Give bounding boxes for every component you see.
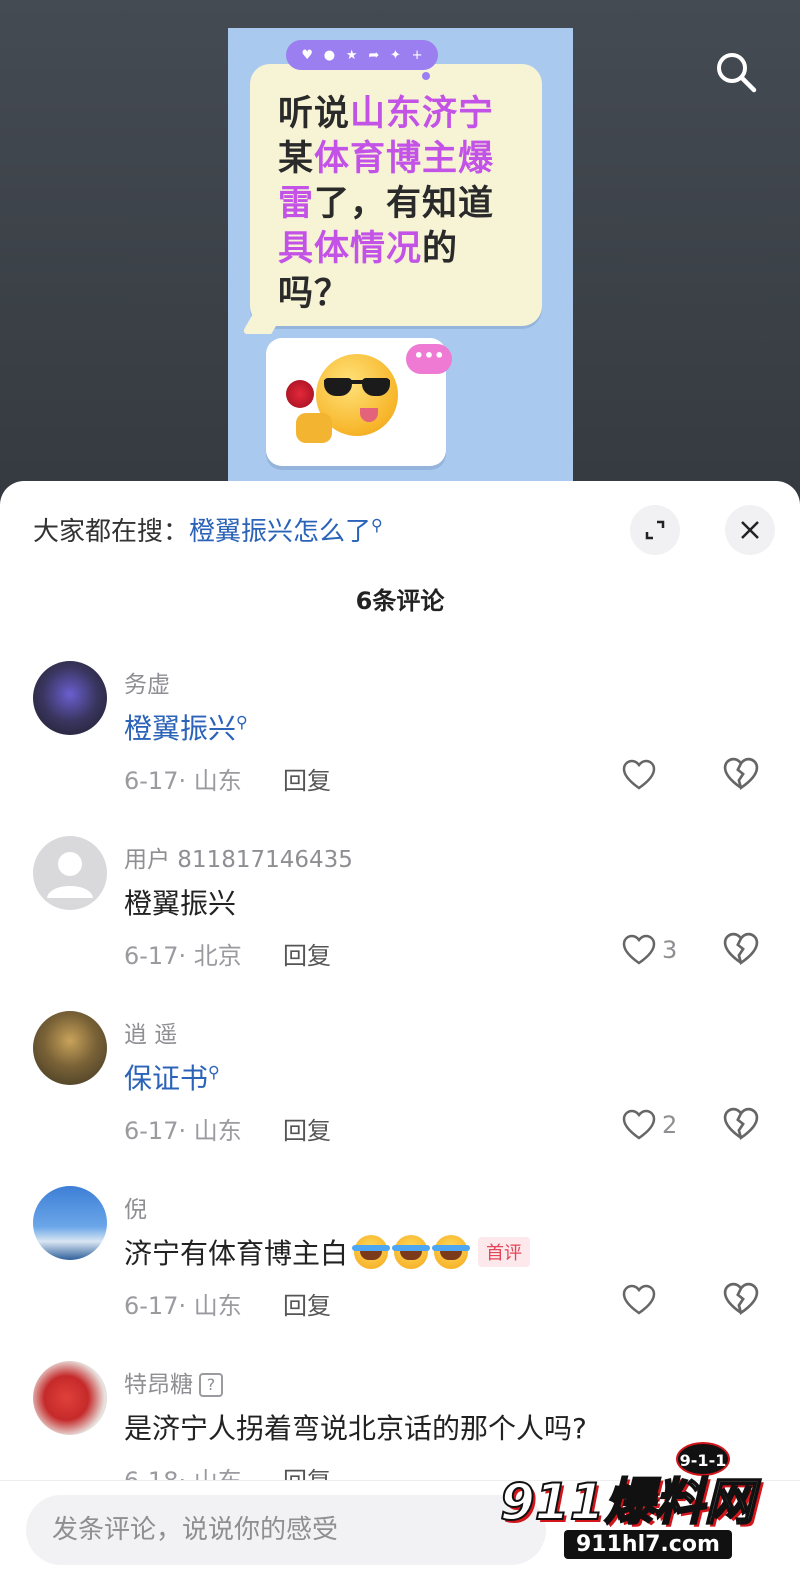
comment-input[interactable] <box>26 1495 546 1565</box>
comment-text-content: 济宁有体育博主白 <box>124 1237 349 1270</box>
dislike-button[interactable] <box>722 932 760 968</box>
avatar[interactable] <box>33 661 107 735</box>
comment-username[interactable]: 用户 811817146435 <box>124 840 353 874</box>
heart-icon <box>622 934 656 965</box>
expand-button[interactable] <box>630 505 680 555</box>
heart-icon <box>622 1284 656 1315</box>
dislike-button[interactable] <box>722 1107 760 1143</box>
comment-meta: 6-17· 山东 <box>124 1292 242 1320</box>
comment-item: 务虚 橙翼振兴⚲ 6-17· 山东 回复 <box>0 661 800 831</box>
laughing-crying-emoji-icon <box>432 1235 471 1269</box>
comment-username[interactable]: 逍 遥 <box>124 1015 177 1049</box>
comment-meta: 6-17· 山东 <box>124 767 242 795</box>
star-icon: ★ <box>345 47 358 63</box>
comment-username-text: 特昂糖 <box>124 1372 193 1398</box>
post-text-part: 了，有知道 <box>314 184 495 224</box>
reaction-pill: ♥ ● ★ ➦ ✦ + <box>286 40 438 80</box>
hand-icon <box>296 413 332 443</box>
hot-search-query-link[interactable]: 橙翼振兴怎么了 <box>189 517 371 547</box>
dislike-button[interactable] <box>722 757 760 793</box>
comment-text[interactable]: 橙翼振兴⚲ <box>124 707 248 747</box>
watermark-title: 911爆料网 <box>499 1472 755 1532</box>
reply-button[interactable]: 回复 <box>283 1286 331 1321</box>
reply-button[interactable]: 回复 <box>283 761 331 796</box>
comment-text: 济宁有体育博主白 首评 <box>124 1232 531 1272</box>
hot-search-label: 大家都在搜： <box>33 517 190 547</box>
comment-count-title: 6条评论 <box>355 587 445 615</box>
watermark-url: 911hl7.com <box>564 1530 732 1559</box>
heart-icon <box>622 759 656 790</box>
like-button[interactable]: 2 <box>622 1107 677 1143</box>
reply-button[interactable]: 回复 <box>283 936 331 971</box>
comment-username[interactable]: 倪 <box>124 1190 147 1224</box>
comment-search-link[interactable]: 橙翼振兴 <box>124 712 236 745</box>
rose-icon <box>286 380 314 408</box>
comment-meta: 6-17· 北京 <box>124 942 242 970</box>
close-button[interactable] <box>725 505 775 555</box>
comment-item: 用户 811817146435 橙翼振兴 6-17· 北京 回复 3 <box>0 836 800 1006</box>
avatar-default-icon[interactable] <box>33 836 107 910</box>
broken-heart-icon <box>723 1107 759 1140</box>
search-icon[interactable] <box>714 50 758 94</box>
comment-text[interactable]: 保证书⚲ <box>124 1057 220 1097</box>
like-button[interactable] <box>622 1282 662 1318</box>
mini-search-icon: ⚲ <box>236 712 248 732</box>
expand-icon <box>645 520 665 540</box>
chat-icon: ● <box>323 47 336 63</box>
broken-heart-icon <box>723 1282 759 1315</box>
comment-sheet: 大家都在搜：橙翼振兴怎么了⚲ 6条评论 务虚 橙翼振兴⚲ 6-17· 山东 回复 <box>0 481 800 1585</box>
broken-heart-icon <box>723 757 759 790</box>
heart-icon <box>622 1109 656 1140</box>
video-content[interactable]: ♥ ● ★ ➦ ✦ + 听说山东济宁某体育博主爆雷了，有知道具体情况的吗？ ••… <box>228 28 573 508</box>
avatar[interactable] <box>33 1361 107 1435</box>
typing-bubble: ••• <box>406 344 452 374</box>
post-text-part: 某 <box>278 139 315 179</box>
post-text: 听说山东济宁某体育博主爆雷了，有知道具体情况的吗？ <box>278 92 528 317</box>
comment-item: 逍 遥 保证书⚲ 6-17· 山东 回复 2 <box>0 1011 800 1181</box>
watermark-logo: 9-1-1 911爆料网 911hl7.com <box>478 1440 778 1585</box>
comment-meta: 6-17· 山东 <box>124 1117 242 1145</box>
thumbs-up-icon: ✦ <box>390 47 401 63</box>
close-icon <box>741 521 759 539</box>
plus-icon: + <box>411 47 423 63</box>
like-count: 2 <box>662 1111 678 1139</box>
reply-button[interactable]: 回复 <box>283 1111 331 1146</box>
comment-item: 倪 济宁有体育博主白 首评 6-17· 山东 回复 <box>0 1186 800 1356</box>
comment-text: 橙翼振兴 <box>124 887 237 920</box>
user-info-icon[interactable]: ? <box>199 1373 223 1397</box>
share-icon: ➦ <box>368 47 380 63</box>
post-text-part: 听说 <box>278 94 351 134</box>
mini-search-icon: ⚲ <box>208 1062 220 1082</box>
heart-icon: ♥ <box>301 47 314 63</box>
comment-username[interactable]: 特昂糖? <box>124 1365 223 1399</box>
comment-username[interactable]: 务虚 <box>124 665 170 699</box>
comment-search-link[interactable]: 保证书 <box>124 1062 208 1095</box>
first-comment-badge: 首评 <box>478 1237 531 1267</box>
like-button[interactable] <box>622 757 662 793</box>
post-text-highlight: 山东济宁 <box>350 94 495 134</box>
hot-search[interactable]: 大家都在搜：橙翼振兴怎么了⚲ <box>33 511 383 548</box>
like-button[interactable]: 3 <box>622 932 677 968</box>
laughing-crying-emoji-icon <box>352 1235 391 1269</box>
like-count: 3 <box>662 936 678 964</box>
avatar[interactable] <box>33 1186 107 1260</box>
laughing-crying-emoji-icon <box>392 1235 431 1269</box>
broken-heart-icon <box>723 932 759 965</box>
mini-search-icon: ⚲ <box>371 515 383 535</box>
dislike-button[interactable] <box>722 1282 760 1318</box>
post-text-highlight: 具体情况 <box>278 229 423 269</box>
avatar[interactable] <box>33 1011 107 1085</box>
